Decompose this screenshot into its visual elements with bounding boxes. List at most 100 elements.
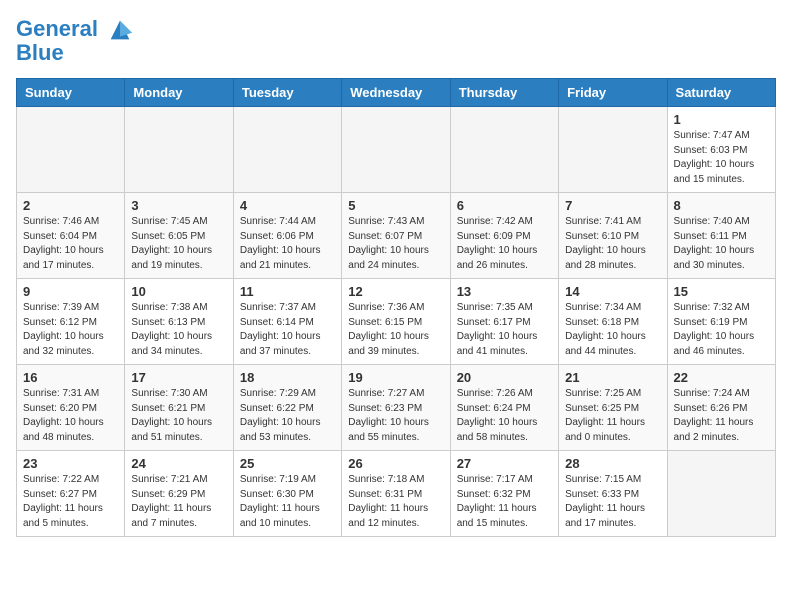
weekday-header-saturday: Saturday <box>667 79 775 107</box>
calendar-cell: 28 Sunrise: 7:15 AM Sunset: 6:33 PM Dayli… <box>559 451 667 537</box>
calendar-cell: 3 Sunrise: 7:45 AM Sunset: 6:05 PM Daylig… <box>125 193 233 279</box>
day-info: Sunrise: 7:27 AM Sunset: 6:23 PM Dayligh… <box>348 387 443 445</box>
day-info: Sunrise: 7:41 AM Sunset: 6:10 PM Dayligh… <box>565 215 660 273</box>
weekday-header-sunday: Sunday <box>17 79 125 107</box>
day-number: 17 <box>131 370 226 385</box>
calendar-cell: 14 Sunrise: 7:34 AM Sunset: 6:18 PM Dayli… <box>559 279 667 365</box>
day-info: Sunrise: 7:19 AM Sunset: 6:30 PM Dayligh… <box>240 473 335 531</box>
calendar-cell <box>342 107 450 193</box>
calendar-cell: 25Sunrise: 7:19 AM Sunset: 6:30 PM Dayli… <box>233 451 341 537</box>
calendar-cell: 19 Sunrise: 7:27 AM Sunset: 6:23 PM Dayli… <box>342 365 450 451</box>
day-number: 6 <box>457 198 552 213</box>
calendar-cell: 18 Sunrise: 7:29 AM Sunset: 6:22 PM Dayli… <box>233 365 341 451</box>
calendar-cell: 15Sunrise: 7:32 AM Sunset: 6:19 PM Dayli… <box>667 279 775 365</box>
day-number: 18 <box>240 370 335 385</box>
day-number: 26 <box>348 456 443 471</box>
day-info: Sunrise: 7:15 AM Sunset: 6:33 PM Dayligh… <box>565 473 660 531</box>
day-number: 7 <box>565 198 660 213</box>
calendar-cell <box>667 451 775 537</box>
calendar-cell: 24 Sunrise: 7:21 AM Sunset: 6:29 PM Dayli… <box>125 451 233 537</box>
day-info: Sunrise: 7:37 AM Sunset: 6:14 PM Dayligh… <box>240 301 335 359</box>
calendar-cell <box>125 107 233 193</box>
day-number: 16 <box>23 370 118 385</box>
calendar-cell: 26 Sunrise: 7:18 AM Sunset: 6:31 PM Dayli… <box>342 451 450 537</box>
calendar-cell: 9 Sunrise: 7:39 AM Sunset: 6:12 PM Daylig… <box>17 279 125 365</box>
day-info: Sunrise: 7:36 AM Sunset: 6:15 PM Dayligh… <box>348 301 443 359</box>
logo: General Blue <box>16 16 134 66</box>
day-number: 27 <box>457 456 552 471</box>
calendar-header-row: SundayMondayTuesdayWednesdayThursdayFrid… <box>17 79 776 107</box>
calendar-cell: 5 Sunrise: 7:43 AM Sunset: 6:07 PM Daylig… <box>342 193 450 279</box>
weekday-header-friday: Friday <box>559 79 667 107</box>
day-number: 12 <box>348 284 443 299</box>
day-info: Sunrise: 7:24 AM Sunset: 6:26 PM Dayligh… <box>674 387 769 445</box>
day-number: 24 <box>131 456 226 471</box>
day-info: Sunrise: 7:29 AM Sunset: 6:22 PM Dayligh… <box>240 387 335 445</box>
day-number: 28 <box>565 456 660 471</box>
calendar-week-5: 23 Sunrise: 7:22 AM Sunset: 6:27 PM Dayli… <box>17 451 776 537</box>
calendar-cell: 21 Sunrise: 7:25 AM Sunset: 6:25 PM Dayli… <box>559 365 667 451</box>
day-number: 19 <box>348 370 443 385</box>
calendar-cell: 10Sunrise: 7:38 AM Sunset: 6:13 PM Dayli… <box>125 279 233 365</box>
calendar-cell: 6 Sunrise: 7:42 AM Sunset: 6:09 PM Daylig… <box>450 193 558 279</box>
day-info: Sunrise: 7:30 AM Sunset: 6:21 PM Dayligh… <box>131 387 226 445</box>
calendar-week-3: 9 Sunrise: 7:39 AM Sunset: 6:12 PM Daylig… <box>17 279 776 365</box>
day-number: 5 <box>348 198 443 213</box>
day-info: Sunrise: 7:31 AM Sunset: 6:20 PM Dayligh… <box>23 387 118 445</box>
weekday-header-monday: Monday <box>125 79 233 107</box>
day-number: 11 <box>240 284 335 299</box>
day-number: 13 <box>457 284 552 299</box>
day-info: Sunrise: 7:42 AM Sunset: 6:09 PM Dayligh… <box>457 215 552 273</box>
day-number: 9 <box>23 284 118 299</box>
calendar-cell: 13 Sunrise: 7:35 AM Sunset: 6:17 PM Dayli… <box>450 279 558 365</box>
day-number: 21 <box>565 370 660 385</box>
day-info: Sunrise: 7:34 AM Sunset: 6:18 PM Dayligh… <box>565 301 660 359</box>
calendar-cell: 27 Sunrise: 7:17 AM Sunset: 6:32 PM Dayli… <box>450 451 558 537</box>
day-info: Sunrise: 7:35 AM Sunset: 6:17 PM Dayligh… <box>457 301 552 359</box>
calendar-cell: 12 Sunrise: 7:36 AM Sunset: 6:15 PM Dayli… <box>342 279 450 365</box>
day-number: 10 <box>131 284 226 299</box>
calendar-cell: 17 Sunrise: 7:30 AM Sunset: 6:21 PM Dayli… <box>125 365 233 451</box>
day-info: Sunrise: 7:26 AM Sunset: 6:24 PM Dayligh… <box>457 387 552 445</box>
day-number: 20 <box>457 370 552 385</box>
calendar-cell: 23 Sunrise: 7:22 AM Sunset: 6:27 PM Dayli… <box>17 451 125 537</box>
calendar-week-4: 16 Sunrise: 7:31 AM Sunset: 6:20 PM Dayli… <box>17 365 776 451</box>
calendar-cell: 11 Sunrise: 7:37 AM Sunset: 6:14 PM Dayli… <box>233 279 341 365</box>
day-info: Sunrise: 7:44 AM Sunset: 6:06 PM Dayligh… <box>240 215 335 273</box>
day-number: 1 <box>674 112 769 127</box>
day-info: Sunrise: 7:40 AM Sunset: 6:11 PM Dayligh… <box>674 215 769 273</box>
day-number: 4 <box>240 198 335 213</box>
weekday-header-thursday: Thursday <box>450 79 558 107</box>
calendar-cell <box>17 107 125 193</box>
calendar-week-2: 2 Sunrise: 7:46 AM Sunset: 6:04 PM Daylig… <box>17 193 776 279</box>
calendar-cell: 2 Sunrise: 7:46 AM Sunset: 6:04 PM Daylig… <box>17 193 125 279</box>
calendar-cell: 16 Sunrise: 7:31 AM Sunset: 6:20 PM Dayli… <box>17 365 125 451</box>
calendar-cell: 8 Sunrise: 7:40 AM Sunset: 6:11 PM Daylig… <box>667 193 775 279</box>
weekday-header-wednesday: Wednesday <box>342 79 450 107</box>
day-number: 8 <box>674 198 769 213</box>
day-number: 14 <box>565 284 660 299</box>
day-number: 2 <box>23 198 118 213</box>
day-info: Sunrise: 7:22 AM Sunset: 6:27 PM Dayligh… <box>23 473 118 531</box>
day-info: Sunrise: 7:43 AM Sunset: 6:07 PM Dayligh… <box>348 215 443 273</box>
day-info: Sunrise: 7:47 AM Sunset: 6:03 PM Dayligh… <box>674 129 769 187</box>
calendar-cell: 4 Sunrise: 7:44 AM Sunset: 6:06 PM Daylig… <box>233 193 341 279</box>
calendar-cell: 22 Sunrise: 7:24 AM Sunset: 6:26 PM Dayli… <box>667 365 775 451</box>
calendar-cell <box>450 107 558 193</box>
day-number: 22 <box>674 370 769 385</box>
page-header: General Blue <box>16 16 776 66</box>
weekday-header-tuesday: Tuesday <box>233 79 341 107</box>
calendar-cell: 1 Sunrise: 7:47 AM Sunset: 6:03 PM Daylig… <box>667 107 775 193</box>
calendar-cell <box>233 107 341 193</box>
day-number: 3 <box>131 198 226 213</box>
calendar-cell: 7 Sunrise: 7:41 AM Sunset: 6:10 PM Daylig… <box>559 193 667 279</box>
day-number: 23 <box>23 456 118 471</box>
day-info: Sunrise: 7:21 AM Sunset: 6:29 PM Dayligh… <box>131 473 226 531</box>
calendar-week-1: 1 Sunrise: 7:47 AM Sunset: 6:03 PM Daylig… <box>17 107 776 193</box>
day-info: Sunrise: 7:39 AM Sunset: 6:12 PM Dayligh… <box>23 301 118 359</box>
day-info: Sunrise: 7:46 AM Sunset: 6:04 PM Dayligh… <box>23 215 118 273</box>
day-info: Sunrise: 7:18 AM Sunset: 6:31 PM Dayligh… <box>348 473 443 531</box>
day-info: Sunrise: 7:45 AM Sunset: 6:05 PM Dayligh… <box>131 215 226 273</box>
day-info: Sunrise: 7:25 AM Sunset: 6:25 PM Dayligh… <box>565 387 660 445</box>
day-info: Sunrise: 7:17 AM Sunset: 6:32 PM Dayligh… <box>457 473 552 531</box>
